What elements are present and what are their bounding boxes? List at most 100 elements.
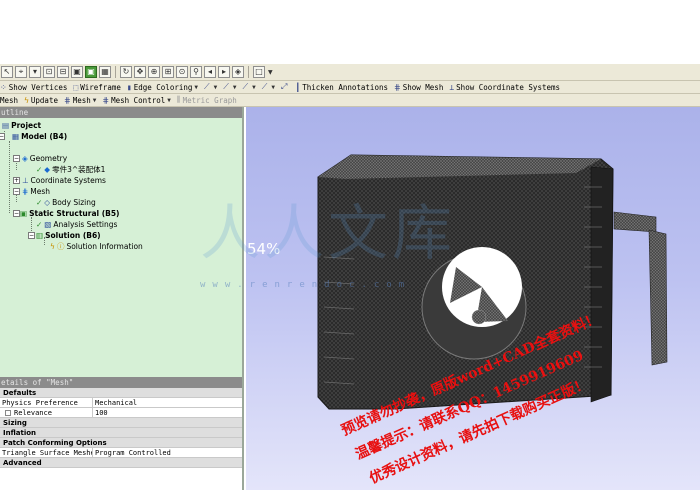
zoom-to-fit-icon[interactable]: ⊙ [176, 66, 188, 78]
blank-top-area [0, 0, 700, 64]
static-structural-icon: ▣ [20, 209, 28, 218]
edge-select-icon[interactable]: ⊟ [57, 66, 69, 78]
details-category-sizing[interactable]: Sizing [0, 418, 242, 428]
collapse-toggle[interactable]: − [0, 133, 5, 140]
body-select-icon[interactable]: ▣ [85, 66, 97, 78]
mesh-icon: ⋕ [63, 95, 71, 105]
zoom-icon[interactable]: ⊕ [148, 66, 160, 78]
edge-display-dropdown-2[interactable]: ⟋ ▼ [223, 82, 236, 92]
geometry-icon: ◈ [22, 154, 28, 163]
mesh-context-label: Mesh [0, 95, 19, 105]
mesh-context-toolbar: Mesh ϟ Update ⋕ Mesh ▼ ⋕ Mesh Control ▼ ⫼ Metr… [0, 94, 700, 107]
edge-display-dropdown-4[interactable]: ⟋ ▼ [262, 82, 275, 92]
tree-node-static-structural[interactable]: ▣ Static Structural (B5) [20, 208, 119, 219]
tree-node-solution[interactable]: ▥ Solution (B6) [36, 230, 101, 241]
check-icon: ✓ [36, 198, 43, 207]
sizing-icon: ◇ [44, 198, 51, 207]
expand-toggle[interactable]: + [13, 177, 20, 184]
tree-node-geometry[interactable]: ◈ Geometry [22, 153, 67, 164]
select-type-icon[interactable]: ▾ [29, 66, 41, 78]
solution-icon: ▥ [36, 231, 44, 240]
collapse-toggle[interactable]: − [13, 210, 20, 217]
wireframe-icon: ⬚ [73, 82, 79, 92]
tree-node-body-sizing[interactable]: ✓ ◇ Body Sizing [36, 197, 96, 208]
details-category-defaults[interactable]: Defaults [0, 388, 242, 398]
tree-node-mesh[interactable]: ⋕ Mesh [22, 186, 50, 197]
mesh-control-dropdown[interactable]: ⋕ Mesh Control ▼ [102, 96, 171, 105]
model-handle-post [648, 229, 668, 366]
select-mode-icon[interactable]: ↖ [1, 66, 13, 78]
edge-display-icon: ⟋ [261, 82, 268, 91]
coordinate-system-icon: ⊥ [449, 82, 455, 92]
isometric-view-icon[interactable]: ◈ [232, 66, 244, 78]
details-category-inflation[interactable]: Inflation [0, 428, 242, 438]
pan-icon[interactable]: ✥ [134, 66, 146, 78]
fan-hub [471, 309, 487, 325]
extend-selection-icon[interactable]: ▦ [99, 66, 111, 78]
show-vertices-button[interactable]: ⁘ Show Vertices [0, 83, 67, 92]
chevron-down-icon: ▼ [271, 83, 275, 91]
details-row-relevance[interactable]: Relevance 100 [0, 408, 242, 418]
edge-display-icon: ⟋ [204, 82, 210, 91]
magnifier-icon[interactable]: ⚲ [190, 66, 202, 78]
display-toolbar: ⁘ Show Vertices ⬚ Wireframe ▮ Edge Coloring… [0, 81, 700, 94]
toolbar-separator [115, 66, 116, 78]
tree-node-project[interactable]: ▤ Project [2, 120, 41, 131]
check-icon: ✓ [36, 165, 43, 174]
update-button[interactable]: ϟ Update [24, 96, 58, 105]
graphics-toolbar: ↖ ⌖ ▾ ⊡ ⊟ ▣ ▣ ▦ ↻ ✥ ⊕ ⊞ ⊙ ⚲ ◂ ▸ ◈ □ ▼ [0, 64, 700, 81]
edge-direction-button[interactable]: ⤢ [281, 82, 289, 92]
thicken-icon: ┃ [295, 82, 301, 92]
collapse-toggle[interactable]: − [28, 232, 35, 239]
lightning-icon: ϟ [24, 95, 29, 105]
project-icon: ▤ [2, 121, 10, 130]
edge-display-icon: ⟋ [242, 82, 249, 91]
model-icon: ▦ [12, 132, 20, 141]
chevron-down-icon[interactable]: ▼ [268, 69, 273, 76]
face-select-icon[interactable]: ▣ [71, 66, 83, 78]
watermark-site-name: 人人文库 [200, 199, 456, 269]
thicken-annotations-button[interactable]: ┃ Thicken Annotations [295, 83, 388, 92]
metric-graph-button[interactable]: ⫼ Metric Graph [177, 95, 237, 105]
tree-node-model[interactable]: ▦ Model (B4) [12, 131, 67, 142]
vertex-select-icon[interactable]: ⊡ [43, 66, 55, 78]
mesh-dropdown[interactable]: ⋕ Mesh ▼ [64, 96, 96, 105]
previous-view-icon[interactable]: ◂ [204, 66, 216, 78]
outline-pane: utline − − + − − − ▤ Project ▦ Model (B4) … [0, 107, 244, 490]
part-icon: ◆ [44, 165, 51, 174]
next-view-icon[interactable]: ▸ [218, 66, 230, 78]
edge-display-dropdown-3[interactable]: ⟋ ▼ [243, 82, 256, 92]
toolbar-separator [248, 66, 249, 78]
details-category-patch-conforming[interactable]: Patch Conforming Options [0, 438, 242, 448]
edge-coloring-dropdown[interactable]: ▮ Edge Coloring ▼ [127, 83, 198, 92]
tree-node-part[interactable]: ✓ ◆ 零件3^装配体1 [36, 164, 105, 175]
select-filter-icon[interactable]: ⌖ [15, 66, 27, 78]
parameter-checkbox[interactable] [5, 410, 11, 416]
collapse-toggle[interactable]: − [13, 188, 20, 195]
wireframe-button[interactable]: ⬚ Wireframe [73, 83, 120, 92]
show-coordinate-systems-button[interactable]: ⊥ Show Coordinate Systems [449, 83, 560, 92]
details-row-triangle-surface-mesher[interactable]: Triangle Surface Mesher Program Controlle… [0, 448, 242, 458]
details-row-physics-preference[interactable]: Physics Preference Mechanical [0, 398, 242, 408]
chevron-down-icon: ▼ [252, 83, 256, 91]
details-category-advanced[interactable]: Advanced [0, 458, 242, 468]
mesh-icon: ⋕ [394, 82, 401, 92]
details-pane: etails of "Mesh" Defaults Physics Prefer… [0, 377, 242, 490]
edge-display-dropdown-1[interactable]: ⟋ ▼ [204, 82, 217, 92]
check-icon: ✓ [36, 220, 43, 229]
edge-coloring-icon: ▮ [126, 82, 132, 92]
collapse-toggle[interactable]: − [13, 155, 20, 162]
tree-connector [9, 141, 10, 213]
viewport-layout-icon[interactable]: □ [253, 66, 265, 78]
tree-node-solution-information[interactable]: ϟ ⓘ Solution Information [50, 241, 143, 252]
tree-node-analysis-settings[interactable]: ✓ ▧ Analysis Settings [36, 219, 117, 230]
show-mesh-button[interactable]: ⋕ Show Mesh [394, 83, 443, 92]
edge-direction-icon: ⤢ [280, 82, 288, 91]
rotate-icon[interactable]: ↻ [120, 66, 132, 78]
information-icon: ⓘ [56, 242, 65, 251]
box-zoom-icon[interactable]: ⊞ [162, 66, 174, 78]
vertices-icon: ⁘ [0, 82, 7, 92]
mesh-control-icon: ⋕ [102, 95, 110, 105]
tree-node-coordinate-systems[interactable]: ⊥ Coordinate Systems [22, 175, 106, 186]
graph-icon: ⫼ [176, 95, 181, 104]
